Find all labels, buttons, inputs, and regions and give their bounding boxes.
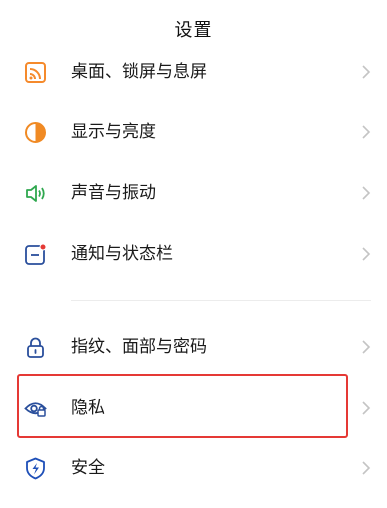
section-divider bbox=[71, 300, 371, 301]
chevron-right-icon bbox=[360, 246, 372, 262]
notification-icon bbox=[23, 242, 48, 267]
chevron-right-icon bbox=[360, 124, 372, 140]
chevron-right-icon bbox=[360, 185, 372, 201]
chevron-right-icon bbox=[360, 400, 372, 416]
settings-item-fingerprint-face-password[interactable]: 指纹、面部与密码 bbox=[0, 322, 387, 372]
wallpaper-icon bbox=[23, 60, 48, 85]
settings-item-label: 桌面、锁屏与息屏 bbox=[71, 62, 207, 82]
settings-item-notifications-statusbar[interactable]: 通知与状态栏 bbox=[0, 229, 387, 279]
settings-list: 桌面、锁屏与息屏 显示与亮度 声音与振动 通知与状态栏 指纹、面部与密码 隐私 … bbox=[0, 0, 387, 508]
chevron-right-icon bbox=[360, 460, 372, 476]
settings-item-label: 显示与亮度 bbox=[71, 122, 156, 142]
lock-icon bbox=[23, 335, 48, 360]
settings-item-label: 安全 bbox=[71, 458, 105, 478]
chevron-right-icon bbox=[360, 339, 372, 355]
security-shield-icon bbox=[23, 456, 48, 481]
settings-item-display-brightness[interactable]: 显示与亮度 bbox=[0, 107, 387, 157]
chevron-right-icon bbox=[360, 64, 372, 80]
settings-item-sound-vibration[interactable]: 声音与振动 bbox=[0, 168, 387, 218]
settings-item-label: 指纹、面部与密码 bbox=[71, 337, 207, 357]
settings-item-label: 通知与状态栏 bbox=[71, 244, 173, 264]
settings-item-desktop-lockscreen[interactable]: 桌面、锁屏与息屏 bbox=[0, 47, 387, 97]
speaker-icon bbox=[23, 181, 48, 206]
settings-item-security[interactable]: 安全 bbox=[0, 443, 387, 493]
privacy-highlight-box bbox=[17, 374, 348, 438]
settings-item-label: 声音与振动 bbox=[71, 183, 156, 203]
display-brightness-icon bbox=[23, 120, 48, 145]
